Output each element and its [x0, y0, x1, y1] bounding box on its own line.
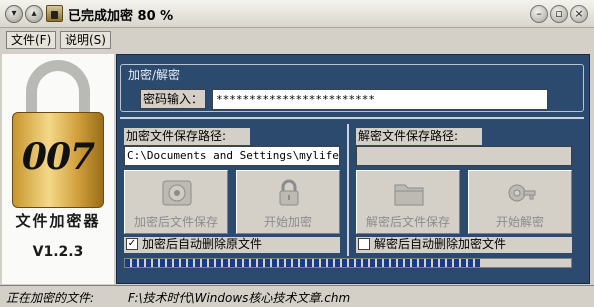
section-divider: [120, 117, 584, 119]
start-encrypt-label: 开始加密: [263, 215, 312, 229]
close-icon[interactable]: ×: [570, 5, 588, 23]
status-bar: 正在加密的文件: F:\技术时代\Windows核心技术文章.chm: [0, 285, 594, 307]
status-label: 正在加密的文件:: [6, 291, 95, 305]
start-decrypt-button[interactable]: 开始解密: [468, 170, 572, 234]
encrypt-path-field[interactable]: C:\Documents and Settings\mylife: [124, 146, 340, 166]
menu-file[interactable]: 文件(F): [6, 31, 57, 49]
encrypt-save-button[interactable]: 加密后文件保存: [124, 170, 228, 234]
progress-fill: [125, 259, 482, 267]
logo-text: 007: [21, 136, 95, 178]
decrypt-save-label: 解密后文件保存: [365, 215, 450, 229]
decrypt-save-button[interactable]: 解密后文件保存: [356, 170, 460, 234]
start-decrypt-label: 开始解密: [495, 215, 544, 229]
app-lock-icon: [46, 5, 63, 22]
folder-icon: [394, 184, 424, 206]
encrypt-auto-delete-box[interactable]: ✓: [126, 238, 138, 250]
window-menu-icon[interactable]: ▾: [5, 5, 23, 23]
decrypt-auto-delete-checkbox[interactable]: 解密后自动删除加密文件: [356, 237, 572, 253]
app-window: ▾ ▴ 已完成加密 80 % – ▫ × 文件(F) 说明(S) 007 文件加…: [0, 0, 594, 307]
maximize-icon[interactable]: ▫: [550, 5, 568, 23]
window-title: 已完成加密 80 %: [68, 9, 174, 24]
app-version: V1.2.3: [32, 244, 84, 260]
title-bar[interactable]: ▾ ▴ 已完成加密 80 % – ▫ ×: [0, 0, 594, 28]
branding-panel: 007 文件加密器 V1.2.3: [2, 54, 114, 284]
decrypt-auto-delete-label: 解密后自动删除加密文件: [374, 237, 507, 251]
progress-bar: [124, 258, 572, 268]
decrypt-path-field[interactable]: [356, 146, 572, 166]
column-divider: [347, 124, 349, 256]
encrypt-auto-delete-checkbox[interactable]: ✓ 加密后自动删除原文件: [124, 237, 340, 253]
encrypt-save-label: 加密后文件保存: [133, 215, 218, 229]
disk-icon: [162, 180, 192, 206]
minimize-icon[interactable]: –: [530, 5, 548, 23]
menu-bar: 文件(F) 说明(S): [0, 28, 594, 52]
start-encrypt-button[interactable]: 开始加密: [236, 170, 340, 234]
padlock-logo: 007: [12, 60, 104, 210]
password-group-label: 加密/解密: [126, 66, 183, 83]
password-label: 密码输入：: [140, 89, 206, 109]
status-file-path: F:\技术时代\Windows核心技术文章.chm: [128, 291, 351, 305]
decrypt-path-label: 解密文件保存路径:: [356, 128, 482, 145]
decrypt-auto-delete-box[interactable]: [358, 238, 370, 250]
menu-help[interactable]: 说明(S): [60, 31, 111, 49]
lock-icon: [279, 179, 299, 206]
encrypt-path-label: 加密文件保存路径:: [124, 128, 250, 145]
key-icon: [508, 184, 536, 202]
shade-icon[interactable]: ▴: [25, 5, 43, 23]
encrypt-auto-delete-label: 加密后自动删除原文件: [142, 237, 263, 251]
password-input[interactable]: ************************: [212, 89, 548, 110]
app-name: 文件加密器: [15, 212, 101, 230]
